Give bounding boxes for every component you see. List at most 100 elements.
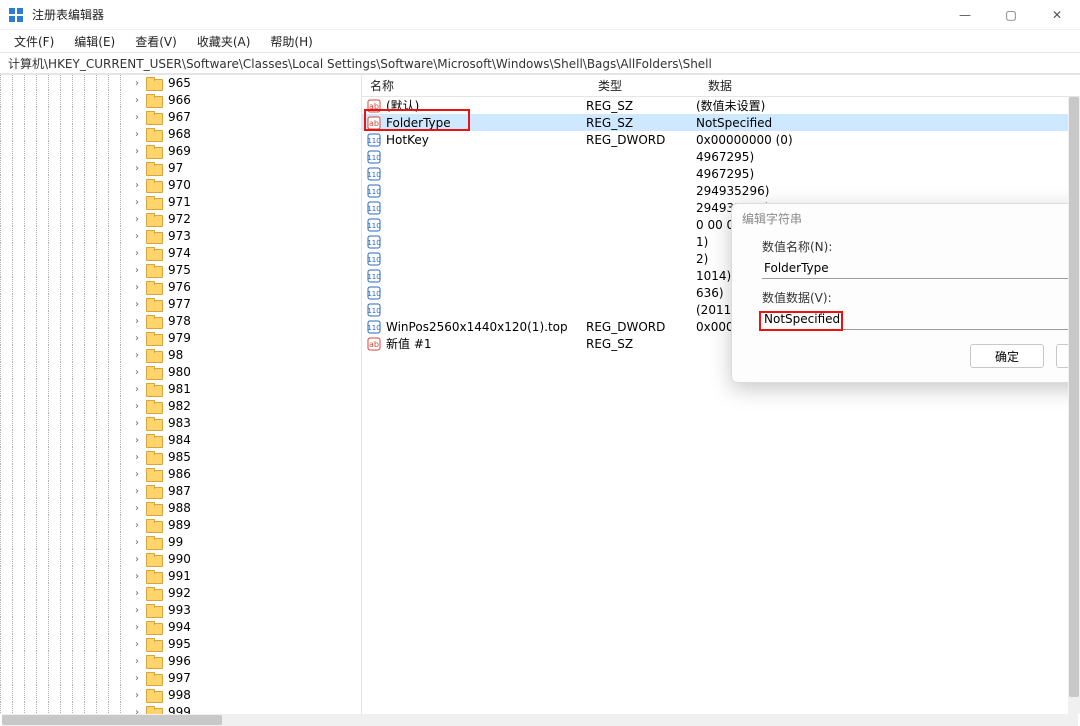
folder-icon (146, 655, 162, 668)
ok-button[interactable]: 确定 (970, 344, 1044, 368)
tree-item-label: 99 (166, 534, 185, 551)
folder-icon (146, 298, 162, 311)
value-data-input[interactable] (762, 308, 1080, 330)
dialog-title: 编辑字符串 (742, 210, 802, 227)
tree-item-label: 982 (166, 398, 193, 415)
chevron-icon[interactable]: › (132, 551, 142, 568)
value-row[interactable]: 1104967295) (362, 148, 1080, 165)
chevron-icon[interactable]: › (132, 500, 142, 517)
folder-icon (146, 383, 162, 396)
tree-item-label: 976 (166, 279, 193, 296)
chevron-icon[interactable]: › (132, 568, 142, 585)
chevron-icon[interactable]: › (132, 262, 142, 279)
folder-icon (146, 400, 162, 413)
chevron-icon[interactable]: › (132, 415, 142, 432)
folder-icon (146, 706, 162, 714)
chevron-icon[interactable]: › (132, 602, 142, 619)
list-pane[interactable]: 名称 类型 数据 ab(默认)REG_SZ(数值未设置)ab FolderType… (362, 75, 1080, 714)
value-data: 4967295) (696, 150, 1080, 164)
chevron-icon[interactable]: › (132, 534, 142, 551)
value-name: FolderType (386, 116, 451, 130)
chevron-icon[interactable]: › (132, 177, 142, 194)
value-row[interactable]: abFolderTypeREG_SZNotSpecified (362, 114, 1080, 131)
chevron-icon[interactable]: › (132, 670, 142, 687)
value-row[interactable]: 1104967295) (362, 165, 1080, 182)
menu-item-4[interactable]: 帮助(H) (262, 31, 320, 52)
minimize-button[interactable]: — (942, 0, 988, 29)
value-name: 新值 #1 (386, 335, 432, 352)
chevron-icon[interactable]: › (132, 364, 142, 381)
tree-item-label: 983 (166, 415, 193, 432)
chevron-icon[interactable]: › (132, 279, 142, 296)
list-header[interactable]: 名称 类型 数据 (362, 75, 1080, 97)
folder-icon (146, 247, 162, 260)
chevron-icon[interactable]: › (132, 381, 142, 398)
chevron-icon[interactable]: › (132, 704, 142, 714)
chevron-icon[interactable]: › (132, 398, 142, 415)
address-bar[interactable]: 计算机\HKEY_CURRENT_USER\Software\Classes\L… (0, 52, 1080, 74)
chevron-icon[interactable]: › (132, 109, 142, 126)
chevron-icon[interactable]: › (132, 585, 142, 602)
chevron-icon[interactable]: › (132, 347, 142, 364)
tree-item-label: 98 (166, 347, 185, 364)
chevron-icon[interactable]: › (132, 619, 142, 636)
tree-item-label: 996 (166, 653, 193, 670)
value-type: REG_SZ (586, 99, 696, 113)
svg-text:ab: ab (369, 119, 379, 128)
chevron-icon[interactable]: › (132, 211, 142, 228)
chevron-icon[interactable]: › (132, 517, 142, 534)
close-button[interactable]: ✕ (1034, 0, 1080, 29)
value-row[interactable]: 110294935296) (362, 182, 1080, 199)
folder-icon (146, 94, 162, 107)
value-row[interactable]: 110HotKeyREG_DWORD0x00000000 (0) (362, 131, 1080, 148)
svg-text:110: 110 (367, 324, 380, 332)
chevron-icon[interactable]: › (132, 296, 142, 313)
binary-value-icon: 110 (366, 200, 382, 216)
chevron-icon[interactable]: › (132, 245, 142, 262)
chevron-icon[interactable]: › (132, 636, 142, 653)
menu-item-1[interactable]: 编辑(E) (66, 31, 123, 52)
col-name[interactable]: 名称 (362, 77, 594, 94)
chevron-icon[interactable]: › (132, 330, 142, 347)
string-value-icon: ab (366, 336, 382, 352)
tree-item-label: 970 (166, 177, 193, 194)
menu-item-0[interactable]: 文件(F) (6, 31, 62, 52)
folder-icon (146, 570, 162, 583)
chevron-icon[interactable]: › (132, 228, 142, 245)
tree-item-label: 981 (166, 381, 193, 398)
chevron-icon[interactable]: › (132, 92, 142, 109)
value-data: 0x00000000 (0) (696, 133, 1080, 147)
folder-icon (146, 417, 162, 430)
binary-value-icon: 110 (366, 302, 382, 318)
chevron-icon[interactable]: › (132, 466, 142, 483)
tree-pane[interactable]: ›965›966›967›968›969›97›970›971›972›973›… (0, 75, 362, 714)
menu-item-3[interactable]: 收藏夹(A) (189, 31, 259, 52)
maximize-button[interactable]: ▢ (988, 0, 1034, 29)
titlebar: 注册表编辑器 — ▢ ✕ (0, 0, 1080, 30)
list-vscrollbar[interactable] (1068, 97, 1080, 714)
folder-icon (146, 621, 162, 634)
chevron-icon[interactable]: › (132, 143, 142, 160)
chevron-icon[interactable]: › (132, 126, 142, 143)
folder-icon (146, 604, 162, 617)
menu-item-2[interactable]: 查看(V) (127, 31, 185, 52)
tree-item[interactable]: ›999 (0, 704, 361, 714)
horizontal-scrollbar[interactable] (2, 714, 1078, 726)
chevron-icon[interactable]: › (132, 75, 142, 92)
tree-item-label: 969 (166, 143, 193, 160)
value-row[interactable]: ab(默认)REG_SZ(数值未设置) (362, 97, 1080, 114)
value-name-input[interactable] (762, 257, 1080, 279)
tree-item-label: 992 (166, 585, 193, 602)
chevron-icon[interactable]: › (132, 432, 142, 449)
chevron-icon[interactable]: › (132, 160, 142, 177)
col-type[interactable]: 类型 (594, 77, 704, 94)
chevron-icon[interactable]: › (132, 194, 142, 211)
chevron-icon[interactable]: › (132, 653, 142, 670)
value-data: NotSpecified (696, 116, 1080, 130)
chevron-icon[interactable]: › (132, 483, 142, 500)
value-data: 4967295) (696, 167, 1080, 181)
chevron-icon[interactable]: › (132, 313, 142, 330)
chevron-icon[interactable]: › (132, 449, 142, 466)
chevron-icon[interactable]: › (132, 687, 142, 704)
col-data[interactable]: 数据 (704, 77, 1080, 94)
